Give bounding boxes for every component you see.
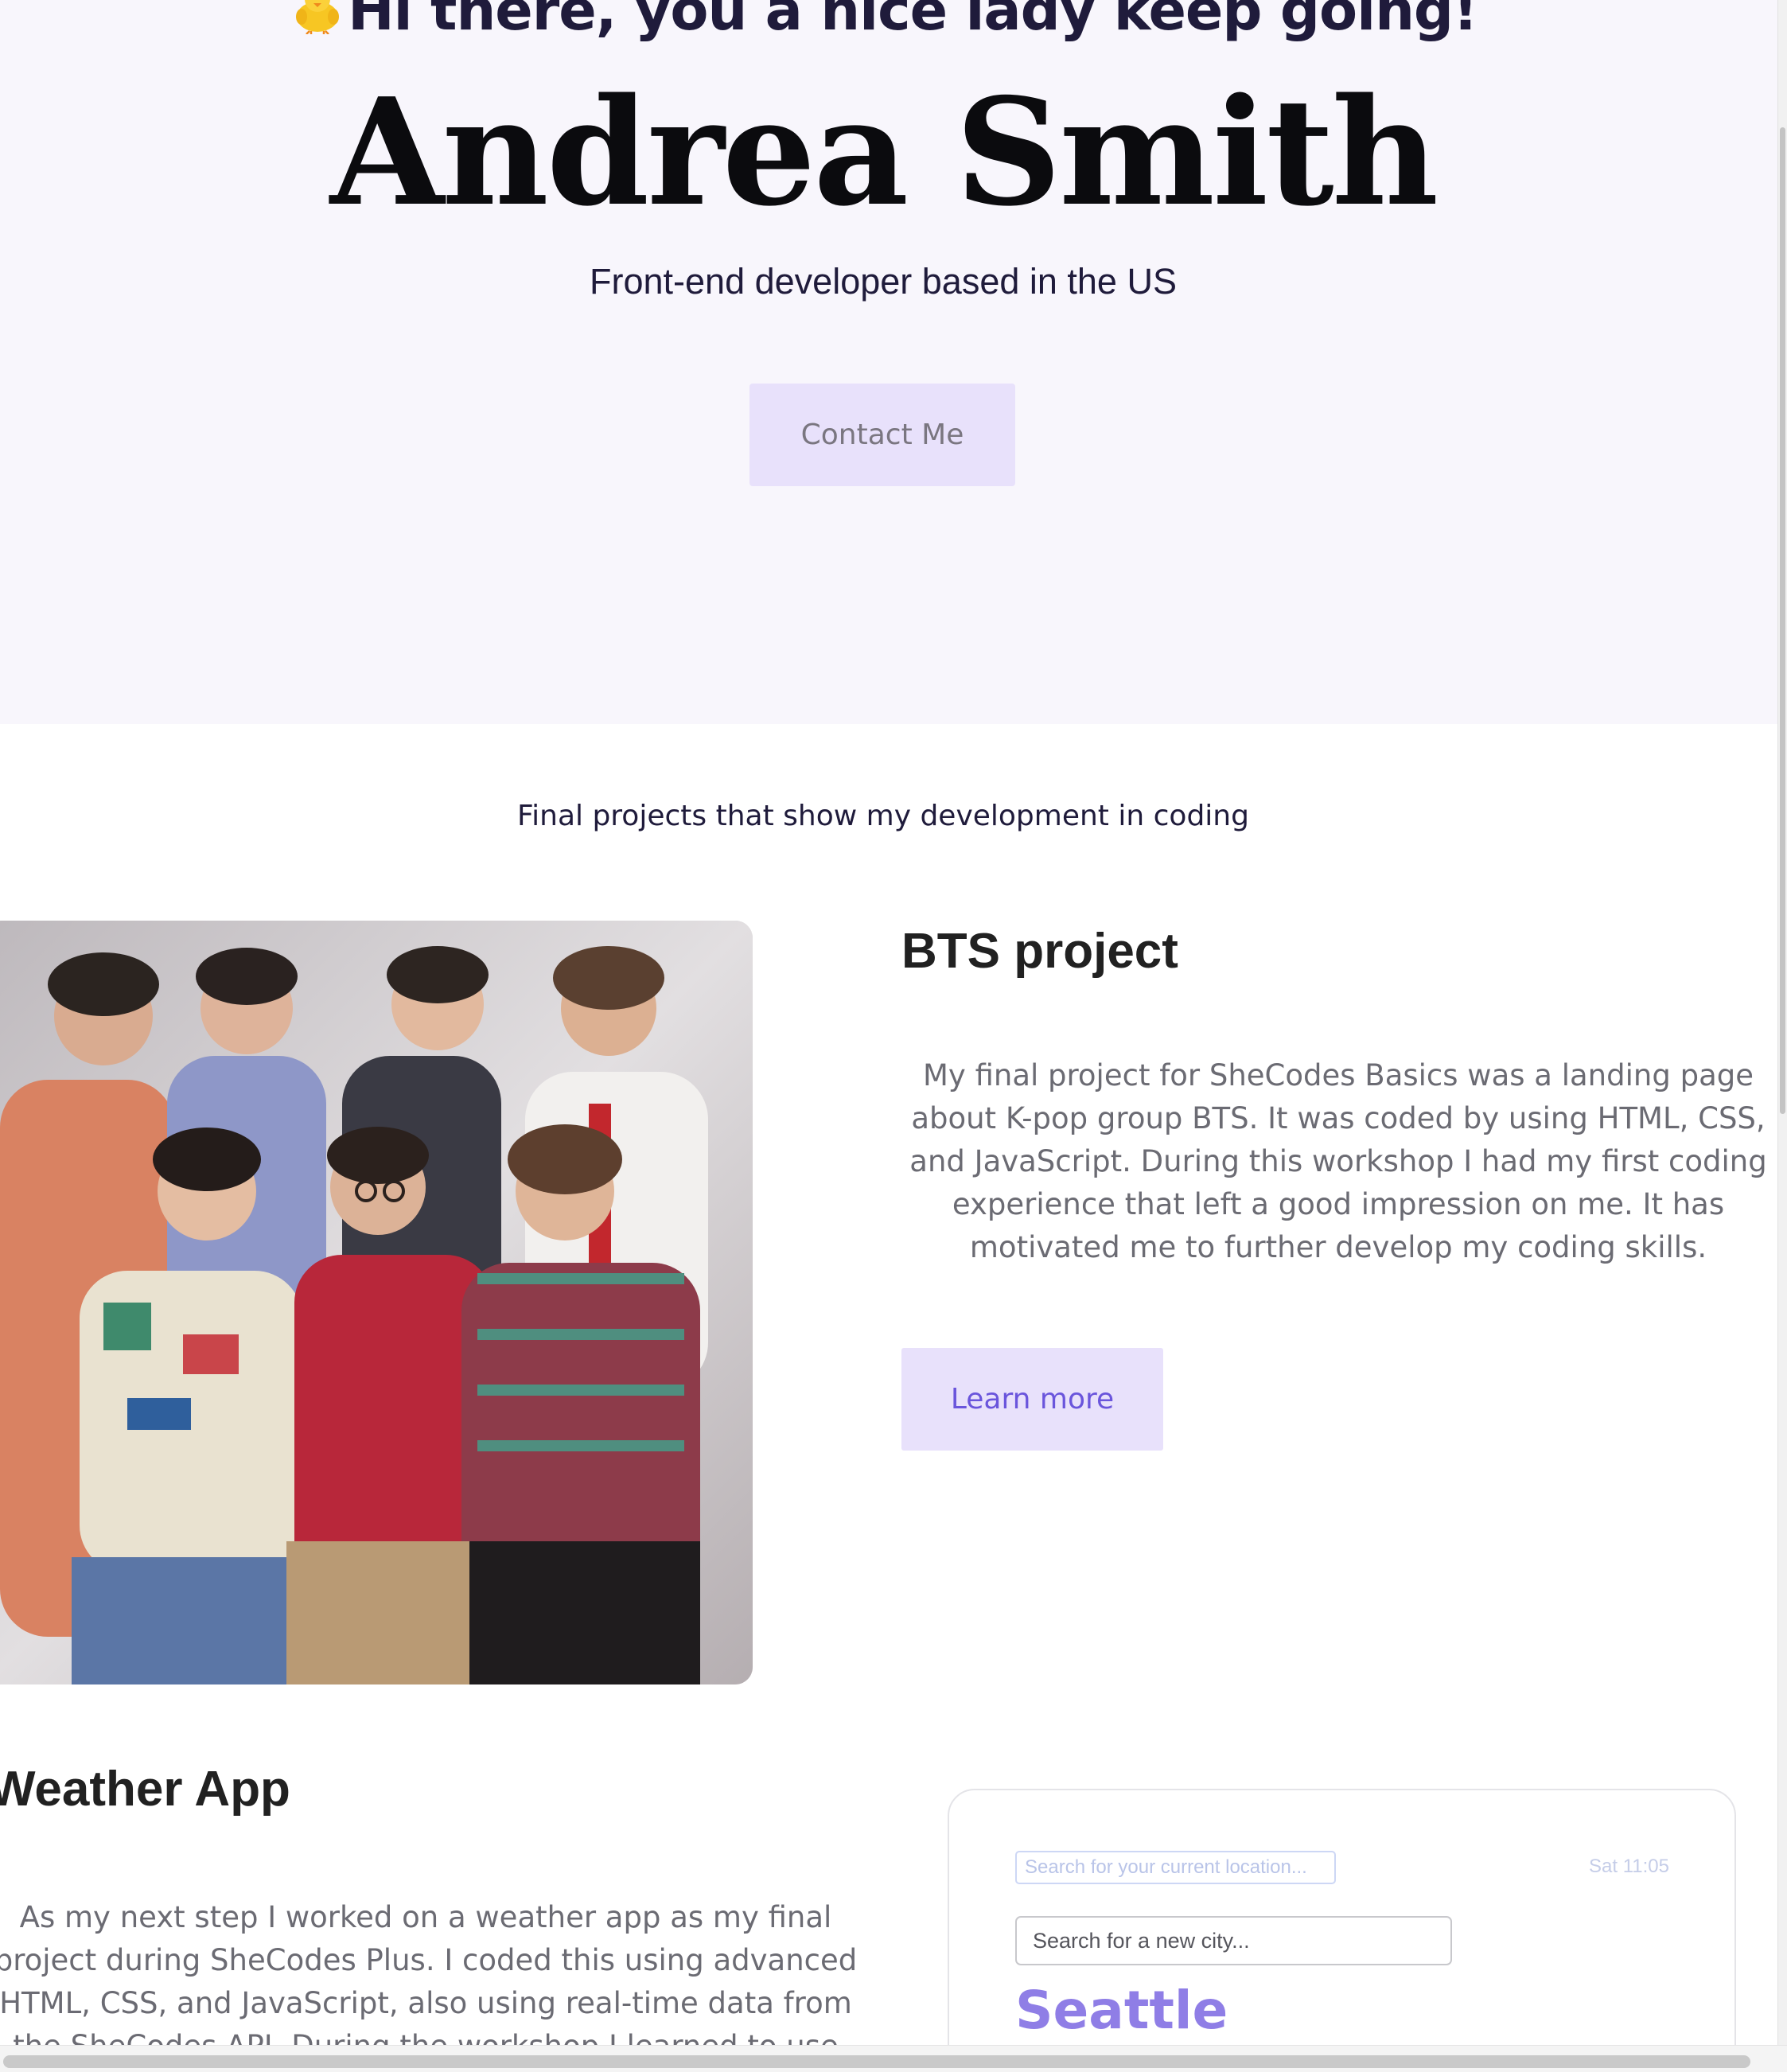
- projects-intro: Final projects that show my development …: [517, 800, 1249, 832]
- current-location-search-input[interactable]: Search for your current location...: [1015, 1851, 1336, 1884]
- vertical-scrollbar-thumb[interactable]: [1780, 127, 1785, 1114]
- horizontal-scrollbar-thumb[interactable]: [3, 2055, 1750, 2068]
- hero-section: Hi there, you a nice lady keep going! An…: [0, 0, 1777, 724]
- learn-more-button[interactable]: Learn more: [901, 1348, 1163, 1451]
- portfolio-page: Hi there, you a nice lady keep going! An…: [0, 0, 1787, 2072]
- chick-emoji-icon: [296, 0, 340, 34]
- bts-project-description: My final project for SheCodes Basics was…: [909, 1058, 1767, 1264]
- greeting-text: Hi there, you a nice lady keep going!: [348, 0, 1478, 43]
- weather-app-preview: Search for your current location... Sat …: [948, 1789, 1736, 2072]
- weather-app-title: Weather App: [0, 1762, 290, 1817]
- bts-group-photo: [0, 921, 753, 1684]
- weather-app-description: As my next step I worked on a weather ap…: [0, 1900, 858, 2063]
- hero-subtitle: Front-end developer based in the US: [590, 261, 1177, 302]
- weather-city-name: Seattle: [1015, 1980, 1228, 2041]
- weather-date: Sat 11:05: [1589, 1856, 1669, 1877]
- greeting-heading: Hi there, you a nice lady keep going!: [0, 0, 1766, 43]
- bts-project-title: BTS project: [901, 924, 1178, 979]
- contact-me-button[interactable]: Contact Me: [749, 384, 1015, 486]
- page-title: Andrea Smith: [329, 65, 1439, 239]
- city-search-input[interactable]: Search for a new city...: [1015, 1916, 1452, 1965]
